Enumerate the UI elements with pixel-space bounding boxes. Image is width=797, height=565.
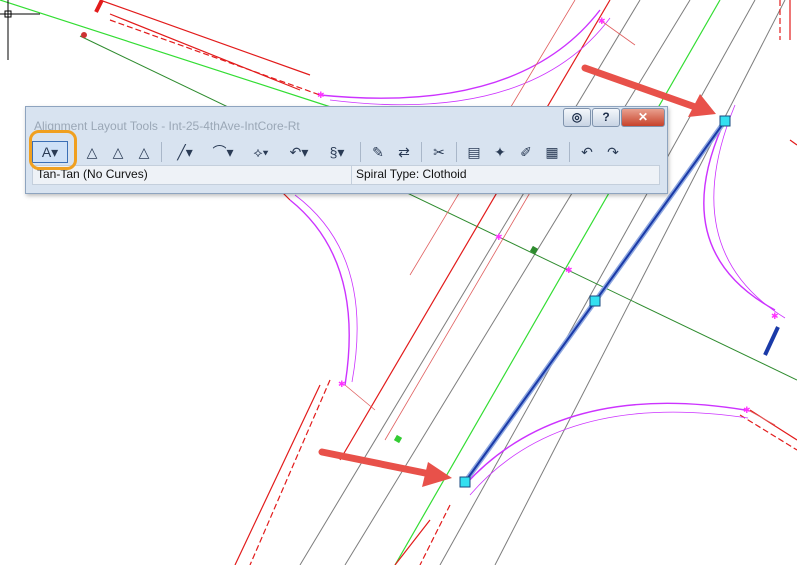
svg-text:✱: ✱ bbox=[338, 379, 346, 389]
delete-sub-entity-button[interactable]: ✂ bbox=[428, 141, 450, 163]
table-icon: ▦ bbox=[545, 143, 559, 160]
alignment-layout-tools-window[interactable]: Alignment Layout Tools - Int-25-4thAve-I… bbox=[25, 106, 668, 194]
delete-pi-button[interactable]: △ bbox=[107, 141, 129, 163]
tools-button[interactable]: ✦ bbox=[489, 141, 511, 163]
svg-text:✱: ✱ bbox=[743, 405, 751, 415]
spiral-tool-button[interactable]: ⟡▾ bbox=[244, 141, 278, 163]
redo-icon: ↷ bbox=[607, 143, 619, 160]
properties-button[interactable]: ▤ bbox=[463, 141, 485, 163]
reverse-direction-button[interactable]: ⇄ bbox=[393, 141, 415, 163]
annotation-arrow-bottom bbox=[318, 448, 452, 487]
edit-button[interactable]: ✎ bbox=[367, 141, 389, 163]
curve-tool-button[interactable]: ↶▾ bbox=[282, 141, 316, 163]
reverse-curve-button[interactable]: §▾ bbox=[320, 141, 354, 163]
red-tick-mark bbox=[94, 0, 104, 13]
blue-tick-mark bbox=[763, 326, 780, 356]
reverse-curve-icon: §▾ bbox=[329, 143, 345, 160]
report-icon: ✐ bbox=[520, 143, 532, 160]
svg-text:✱: ✱ bbox=[565, 265, 573, 275]
curb-return-arcs bbox=[289, 9, 786, 496]
tools-icon: ✦ bbox=[494, 143, 506, 160]
construction-lines bbox=[344, 0, 776, 441]
curve-tool-icon: ↶▾ bbox=[289, 143, 309, 160]
green-station-marker bbox=[393, 434, 403, 444]
spiral-type-status: Spiral Type: Clothoid bbox=[356, 167, 467, 181]
cad-drawing-canvas[interactable]: ✱ ✱ ✱ ✱ ✱ ✱ ✱ bbox=[0, 0, 797, 565]
arc-tool-icon: ⌒▾ bbox=[212, 144, 234, 160]
window-controls: ◎ ? ✕ bbox=[563, 108, 665, 127]
centerline-green bbox=[0, 0, 721, 565]
add-pi-icon: △ bbox=[86, 143, 98, 160]
alignment-node bbox=[81, 32, 87, 38]
table-button[interactable]: ▦ bbox=[541, 141, 563, 163]
midpoint-handle[interactable] bbox=[589, 295, 601, 307]
reverse-direction-icon: ⇄ bbox=[398, 143, 410, 160]
status-bar: Tan-Tan (No Curves) Spiral Type: Clothoi… bbox=[32, 165, 660, 185]
move-pi-button[interactable]: △ bbox=[133, 141, 155, 163]
line-tool-icon: ╱▾ bbox=[177, 143, 193, 160]
svg-text:✱: ✱ bbox=[317, 90, 325, 100]
separator bbox=[569, 142, 570, 162]
cursor-crosshair bbox=[0, 0, 40, 60]
road-edge-lines bbox=[299, 0, 786, 565]
help-button[interactable]: ? bbox=[592, 108, 620, 127]
delete-sub-entity-icon: ✂ bbox=[433, 143, 445, 160]
properties-icon: ▤ bbox=[467, 143, 481, 160]
redo-button[interactable]: ↷ bbox=[602, 141, 624, 163]
close-button[interactable]: ✕ bbox=[621, 108, 665, 127]
road-boundary-red bbox=[99, 0, 797, 565]
mode-status: Tan-Tan (No Curves) bbox=[33, 166, 352, 184]
undo-icon: ↶ bbox=[581, 143, 593, 160]
delete-pi-icon: △ bbox=[112, 143, 124, 160]
edit-icon: ✎ bbox=[372, 143, 384, 160]
svg-text:✱: ✱ bbox=[771, 311, 779, 321]
separator bbox=[456, 142, 457, 162]
spiral-tool-icon: ⟡▾ bbox=[253, 143, 269, 160]
arc-tool-button[interactable]: ⌒▾ bbox=[206, 141, 240, 163]
svg-text:✱: ✱ bbox=[495, 232, 503, 242]
svg-text:✱: ✱ bbox=[598, 16, 606, 26]
endpoint-handle-top[interactable] bbox=[719, 115, 731, 127]
undo-button[interactable]: ↶ bbox=[576, 141, 598, 163]
tool-row: A▾ △ △ △ ╱▾ ⌒▾ ⟡▾ ↶▾ §▾ ✎ ⇄ ✂ ▤ ✦ ✐ ▦ ↶ … bbox=[32, 138, 662, 166]
move-pi-icon: △ bbox=[138, 143, 150, 160]
add-pi-button[interactable]: △ bbox=[81, 141, 103, 163]
separator bbox=[421, 142, 422, 162]
window-title: Alignment Layout Tools - Int-25-4thAve-I… bbox=[34, 119, 300, 133]
pi-markers: ✱ ✱ ✱ ✱ ✱ ✱ ✱ bbox=[317, 16, 779, 415]
crossroad-alignment bbox=[79, 35, 797, 381]
snap-button[interactable]: ◎ bbox=[563, 108, 591, 127]
endpoint-handle-bottom[interactable] bbox=[459, 476, 471, 488]
separator bbox=[360, 142, 361, 162]
report-button[interactable]: ✐ bbox=[515, 141, 537, 163]
line-tool-button[interactable]: ╱▾ bbox=[168, 141, 202, 163]
separator bbox=[161, 142, 162, 162]
highlight-ring bbox=[29, 130, 77, 170]
